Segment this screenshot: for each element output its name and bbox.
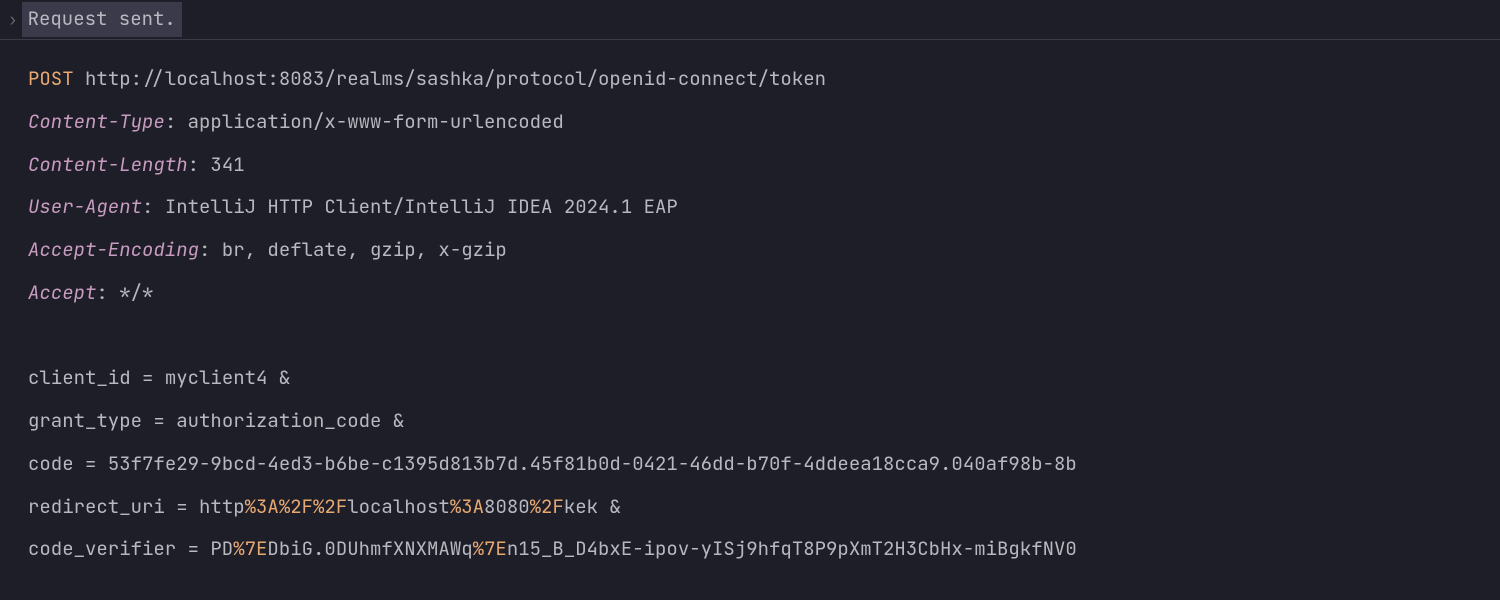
header-value: */*: [119, 280, 153, 305]
header-value: 341: [210, 152, 244, 177]
header-line: Content-Type: application/x-www-form-url…: [28, 101, 1472, 144]
param-ampersand: &: [381, 408, 404, 433]
chevron-right-icon: ›: [8, 7, 18, 33]
status-text: Request sent.: [22, 2, 182, 36]
param-key: grant_type: [28, 408, 142, 433]
header-separator: :: [199, 237, 222, 262]
param-value: authorization_code: [176, 408, 381, 433]
param-key: code_verifier: [28, 536, 176, 561]
header-name: Accept-Encoding: [28, 237, 199, 262]
status-bar: › Request sent.: [0, 0, 1500, 40]
request-line: POST http://localhost:8083/realms/sashka…: [28, 58, 1472, 101]
request-content: POST http://localhost:8083/realms/sashka…: [0, 40, 1500, 589]
blank-line: [28, 315, 1472, 358]
param-equals: =: [74, 451, 108, 476]
header-line: Accept-Encoding: br, deflate, gzip, x-gz…: [28, 229, 1472, 272]
param-equals: =: [142, 408, 176, 433]
http-method: POST: [28, 66, 74, 91]
header-separator: :: [96, 280, 119, 305]
param-value: myclient4: [165, 365, 268, 390]
param-equals: =: [176, 536, 210, 561]
param-value-encoded: %3A%2F%2F: [245, 494, 348, 519]
header-line: Content-Length: 341: [28, 144, 1472, 187]
param-value-encoded: %2F: [530, 494, 564, 519]
param-value: PD: [210, 536, 233, 561]
body-param-line: code = 53f7fe29-9bcd-4ed3-b6be-c1395d813…: [28, 443, 1472, 486]
param-ampersand: &: [598, 494, 621, 519]
header-name: User-Agent: [28, 194, 142, 219]
header-separator: :: [165, 109, 188, 134]
param-value: http: [199, 494, 245, 519]
param-equals: =: [165, 494, 199, 519]
body-param-line: client_id = myclient4 &: [28, 357, 1472, 400]
header-name: Content-Length: [28, 152, 188, 177]
param-key: code: [28, 451, 74, 476]
header-line: User-Agent: IntelliJ HTTP Client/Intelli…: [28, 186, 1472, 229]
param-ampersand: &: [267, 365, 290, 390]
body-param-line: grant_type = authorization_code &: [28, 400, 1472, 443]
param-value-encoded: %7E: [473, 536, 507, 561]
param-equals: =: [131, 365, 165, 390]
param-value: kek: [564, 494, 598, 519]
header-separator: :: [188, 152, 211, 177]
header-value: br, deflate, gzip, x-gzip: [222, 237, 507, 262]
body-param-line: code_verifier = PD%7EDbiG.0DUhmfXNXMAWq%…: [28, 528, 1472, 571]
header-separator: :: [142, 194, 165, 219]
header-name: Accept: [28, 280, 96, 305]
param-key: redirect_uri: [28, 494, 165, 519]
header-value: IntelliJ HTTP Client/IntelliJ IDEA 2024.…: [165, 194, 678, 219]
request-url: http://localhost:8083/realms/sashka/prot…: [85, 66, 826, 91]
header-value: application/x-www-form-urlencoded: [188, 109, 564, 134]
param-value: n15_B_D4bxE-ipov-yISj9hfqT8P9pXmT2H3CbHx…: [507, 536, 1077, 561]
body-param-line: redirect_uri = http%3A%2F%2Flocalhost%3A…: [28, 486, 1472, 529]
header-line: Accept: */*: [28, 272, 1472, 315]
header-name: Content-Type: [28, 109, 165, 134]
param-value: 8080: [484, 494, 530, 519]
param-key: client_id: [28, 365, 131, 390]
param-value: localhost: [347, 494, 450, 519]
param-value: DbiG.0DUhmfXNXMAWq: [267, 536, 472, 561]
param-value-encoded: %7E: [233, 536, 267, 561]
param-value-encoded: %3A: [450, 494, 484, 519]
param-value: 53f7fe29-9bcd-4ed3-b6be-c1395d813b7d.45f…: [108, 451, 1077, 476]
